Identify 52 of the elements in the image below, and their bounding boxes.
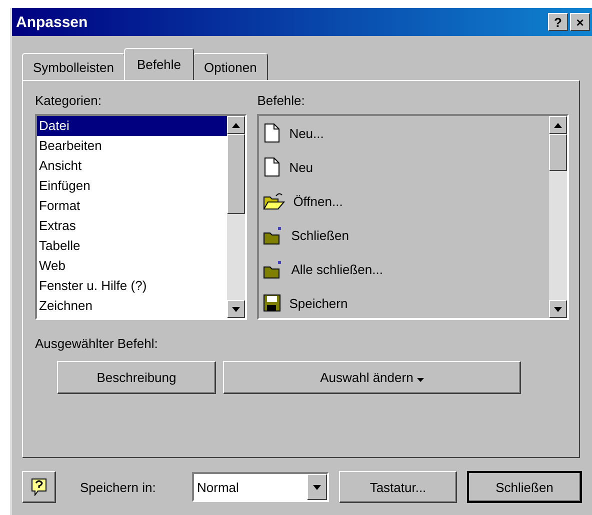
command-item[interactable]: Schließen: [291, 228, 349, 242]
tab[interactable]: Optionen: [193, 53, 268, 80]
scroll-up-button[interactable]: [227, 116, 246, 134]
down-arrow-icon: [554, 306, 562, 312]
keyboard-button[interactable]: Tastatur...: [339, 471, 457, 503]
up-arrow-icon: [554, 122, 562, 128]
scroll-up-button[interactable]: [549, 116, 567, 134]
category-item[interactable]: Datei: [37, 116, 228, 136]
folder-icon: [263, 225, 284, 245]
help-button[interactable]: ?: [548, 13, 568, 31]
folder-icon: [263, 259, 284, 279]
category-item[interactable]: Tabelle: [37, 236, 228, 256]
category-item[interactable]: Fenster u. Hilfe (?): [37, 276, 228, 296]
command-item[interactable]: Alle schließen...: [291, 262, 383, 276]
scroll-down-button[interactable]: [549, 300, 567, 318]
caret-icon: [416, 378, 424, 382]
scrollbar[interactable]: [227, 116, 246, 318]
save-in-dropdown[interactable]: Normal: [192, 472, 329, 502]
description-button[interactable]: Beschreibung: [57, 361, 216, 394]
close-dialog-button[interactable]: Schließen: [467, 471, 582, 503]
selected-command-label: Ausgewählter Befehl:: [35, 336, 159, 351]
command-item[interactable]: Speichern: [289, 296, 348, 310]
save-in-label: Speichern in:: [80, 480, 157, 494]
tab[interactable]: Befehle: [124, 48, 194, 80]
category-item[interactable]: Extras: [37, 216, 228, 236]
down-arrow-icon: [232, 306, 240, 312]
category-item[interactable]: Zeichnen: [37, 296, 228, 316]
command-item[interactable]: Neu...: [289, 126, 324, 140]
commands-label: Befehle:: [257, 93, 306, 108]
category-item[interactable]: Einfügen: [37, 176, 228, 196]
category-item[interactable]: Web: [37, 256, 228, 276]
help-icon: [31, 478, 47, 496]
scroll-thumb[interactable]: [227, 134, 246, 214]
scrollbar[interactable]: [549, 116, 567, 318]
category-item[interactable]: Ansicht: [37, 156, 228, 176]
help-button[interactable]: [22, 471, 56, 503]
document-icon: [263, 157, 282, 177]
document-icon: [263, 123, 282, 143]
command-item[interactable]: Öffnen...: [293, 194, 343, 208]
scroll-down-button[interactable]: [227, 300, 246, 318]
open-folder-icon: [263, 191, 286, 211]
category-item[interactable]: Bearbeiten: [37, 136, 228, 156]
window-title: Anpassen: [16, 14, 88, 30]
tab[interactable]: Symbolleisten: [22, 53, 125, 80]
dropdown-arrow-icon: [313, 484, 321, 490]
scroll-thumb[interactable]: [549, 134, 567, 171]
close-button[interactable]: ×: [570, 13, 590, 31]
up-arrow-icon: [232, 122, 240, 128]
category-item[interactable]: Format: [37, 196, 228, 216]
modify-selection-button[interactable]: Auswahl ändern: [223, 361, 521, 394]
command-item[interactable]: Neu: [289, 160, 314, 174]
categories-label: Kategorien:: [35, 93, 102, 108]
